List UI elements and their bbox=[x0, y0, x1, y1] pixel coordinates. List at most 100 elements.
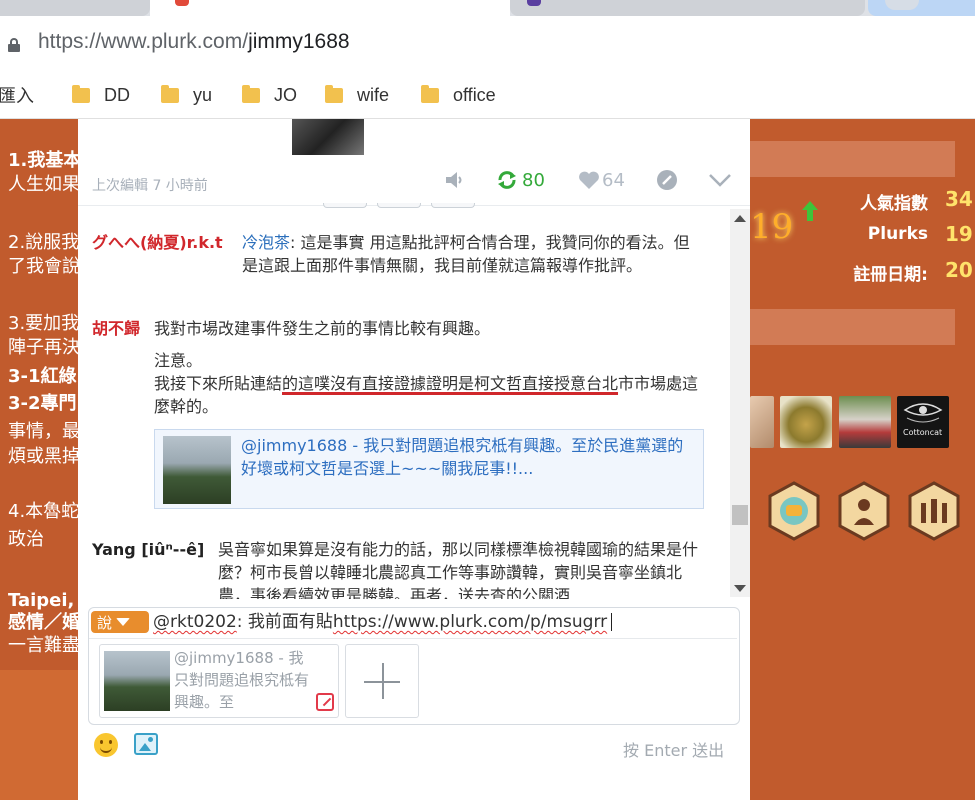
about-line: 了我會說 bbox=[8, 256, 78, 277]
bookmark-folder-dd[interactable]: DD bbox=[72, 83, 130, 107]
bookmark-folder-jo[interactable]: JO bbox=[242, 83, 297, 107]
about-line: 3.要加我 bbox=[8, 313, 78, 334]
address-bar[interactable]: https://www.plurk.com/jimmy1688 bbox=[0, 16, 975, 71]
emoticon-icon[interactable] bbox=[94, 733, 118, 757]
plurk-favicon-icon bbox=[175, 0, 189, 6]
plurk-dialog: 上次編輯 7 小時前 80 64 グへへ(納夏)r.k.t 冷泡茶: 這是事實 … bbox=[78, 119, 750, 800]
response-mention[interactable]: 冷泡茶 bbox=[242, 233, 290, 252]
replurk-icon bbox=[498, 171, 516, 189]
about-line: 一言難盡 bbox=[8, 635, 78, 656]
browser-tab-active[interactable] bbox=[150, 0, 510, 16]
note-underlined: 的這噗沒有直接證據證明是柯文哲直接授意台北 bbox=[282, 374, 619, 393]
scroll-down-arrow-icon[interactable] bbox=[734, 585, 746, 592]
sidebar-band bbox=[750, 309, 955, 345]
bookmark-label: 匯入 bbox=[0, 86, 34, 106]
group-badge-icon[interactable] bbox=[908, 481, 960, 541]
response-body: 我對市場改建事件發生之前的事情比較有興趣。 bbox=[154, 319, 491, 338]
about-line: 煩或黑掉 bbox=[8, 446, 78, 467]
friend-avatar-cyclists[interactable] bbox=[839, 396, 891, 448]
mute-button[interactable] bbox=[444, 167, 466, 193]
friend-avatar-cat[interactable] bbox=[750, 396, 774, 448]
edit-attachment-icon[interactable] bbox=[316, 693, 334, 711]
sidebar-band bbox=[750, 141, 955, 177]
divider bbox=[89, 638, 737, 639]
response-author[interactable]: 胡不歸 bbox=[92, 317, 140, 340]
stat-label-joined: 註冊日期: bbox=[853, 265, 928, 285]
scrollbar-thumb[interactable] bbox=[732, 505, 748, 525]
url-text[interactable]: https://www.plurk.com/jimmy1688 bbox=[38, 30, 350, 54]
response-item: 胡不歸 我對市場改建事件發生之前的事情比較有興趣。 注意。 我接下來所貼連結的這… bbox=[92, 317, 712, 517]
response-author[interactable]: Yang [iûⁿ--ê] bbox=[92, 538, 204, 561]
image-upload-icon[interactable] bbox=[134, 733, 158, 755]
about-line: 1.我基本 bbox=[8, 150, 78, 171]
friend-avatar-bird[interactable] bbox=[780, 396, 832, 448]
link-icon bbox=[657, 170, 677, 190]
about-line: 2.說服我 bbox=[8, 232, 78, 253]
response-composer: 說 @rkt0202: 我前面有貼https://www.plurk.com/p… bbox=[88, 607, 740, 725]
about-line: 政治 bbox=[8, 529, 44, 550]
speaker-mute-icon bbox=[446, 172, 462, 188]
bookmark-folder-office[interactable]: office bbox=[421, 83, 496, 107]
friend-avatar-cottoncat[interactable]: Cottoncat bbox=[897, 396, 949, 448]
link-button[interactable] bbox=[656, 167, 678, 193]
bookmark-label: wife bbox=[357, 84, 390, 105]
about-line: 4.本魯蛇 bbox=[8, 501, 78, 522]
add-attachment-button[interactable] bbox=[345, 644, 419, 718]
folder-icon bbox=[72, 84, 90, 103]
bookmark-label: JO bbox=[274, 84, 298, 105]
bookmark-import[interactable]: 匯入 bbox=[0, 83, 34, 107]
tab-strip bbox=[0, 0, 975, 16]
qualifier-label: 說 bbox=[97, 613, 113, 632]
stat-value-joined: 20 bbox=[945, 258, 973, 282]
response-item: グへへ(納夏)r.k.t 冷泡茶: 這是事實 用這點批評柯合情合理，我贊同你的看… bbox=[92, 231, 712, 301]
keyhole-badge-icon[interactable] bbox=[838, 481, 890, 541]
dropdown-arrow-icon bbox=[116, 618, 131, 626]
link-preview-image bbox=[163, 436, 231, 504]
like-button[interactable]: 64 bbox=[578, 167, 625, 193]
bookmarks-bar: 匯入 DD yu JO wife office bbox=[0, 71, 975, 119]
response-note-line: 注意。 bbox=[154, 351, 203, 370]
folder-icon bbox=[421, 84, 439, 103]
attachment-text: @jimmy1688 - 我只對問題追根究柢有興趣。至 bbox=[174, 649, 310, 711]
about-line: 事情，最 bbox=[8, 421, 78, 442]
about-line: 3-2專門 bbox=[8, 393, 77, 414]
about-line: 陣子再決 bbox=[8, 337, 78, 358]
bookmark-folder-wife[interactable]: wife bbox=[325, 83, 389, 107]
response-input[interactable]: @rkt0202: 我前面有貼https://www.plurk.com/p/m… bbox=[153, 610, 733, 634]
responses-scrollbar[interactable] bbox=[730, 209, 750, 597]
replurk-count: 80 bbox=[522, 169, 545, 191]
browser-tab-inactive[interactable] bbox=[0, 0, 150, 16]
karma-up-arrow-icon bbox=[802, 201, 818, 221]
responses-list: グへへ(納夏)r.k.t 冷泡茶: 這是事實 用這點批評柯合情合理，我贊同你的看… bbox=[78, 207, 733, 599]
browser-tab-extra[interactable] bbox=[868, 0, 975, 16]
tab-favicon-icon bbox=[527, 0, 541, 6]
link-preview-card[interactable]: @jimmy1688 - 我只對問題追根究柢有興趣。至於民進黨選的好壞或柯文哲是… bbox=[154, 429, 704, 509]
response-body: : 這是事實 用這點批評柯合情合理，我贊同你的看法。但是這跟上面那件事情無關，我… bbox=[242, 233, 690, 275]
about-line: Taipei, bbox=[8, 590, 75, 611]
profile-footer-strip bbox=[0, 670, 78, 800]
note-prefix: 我接下來所貼連結 bbox=[154, 374, 283, 393]
bookmark-label: yu bbox=[193, 84, 213, 105]
browser-tab-inactive[interactable] bbox=[510, 0, 865, 16]
response-author[interactable]: グへへ(納夏)r.k.t bbox=[92, 231, 223, 254]
profile-icon[interactable] bbox=[885, 0, 919, 10]
plurk-image-thumbnail[interactable] bbox=[292, 119, 364, 155]
folder-icon bbox=[242, 84, 260, 103]
qualifier-dropdown[interactable]: 說 bbox=[91, 611, 149, 633]
folder-icon bbox=[161, 84, 179, 103]
bookmark-folder-yu[interactable]: yu bbox=[161, 83, 212, 107]
heart-icon bbox=[579, 171, 599, 189]
input-link: https://www.plurk.com/p/msugrr bbox=[332, 612, 608, 632]
lock-icon[interactable] bbox=[8, 38, 20, 52]
karma-value: 19 bbox=[750, 207, 794, 247]
chat-badge-icon[interactable] bbox=[768, 481, 820, 541]
cottoncat-logo-icon bbox=[903, 403, 943, 423]
replurk-button[interactable]: 80 bbox=[496, 167, 545, 193]
more-options-button[interactable] bbox=[708, 167, 732, 193]
enter-to-send-hint: 按 Enter 送出 bbox=[623, 741, 725, 760]
like-count: 64 bbox=[602, 169, 625, 191]
stat-value-popularity: 34 bbox=[945, 187, 973, 211]
scroll-up-arrow-icon[interactable] bbox=[734, 215, 746, 222]
about-line: 3-1紅綠 bbox=[8, 366, 77, 387]
attachment-preview[interactable]: @jimmy1688 - 我只對問題追根究柢有興趣。至 bbox=[99, 644, 339, 718]
